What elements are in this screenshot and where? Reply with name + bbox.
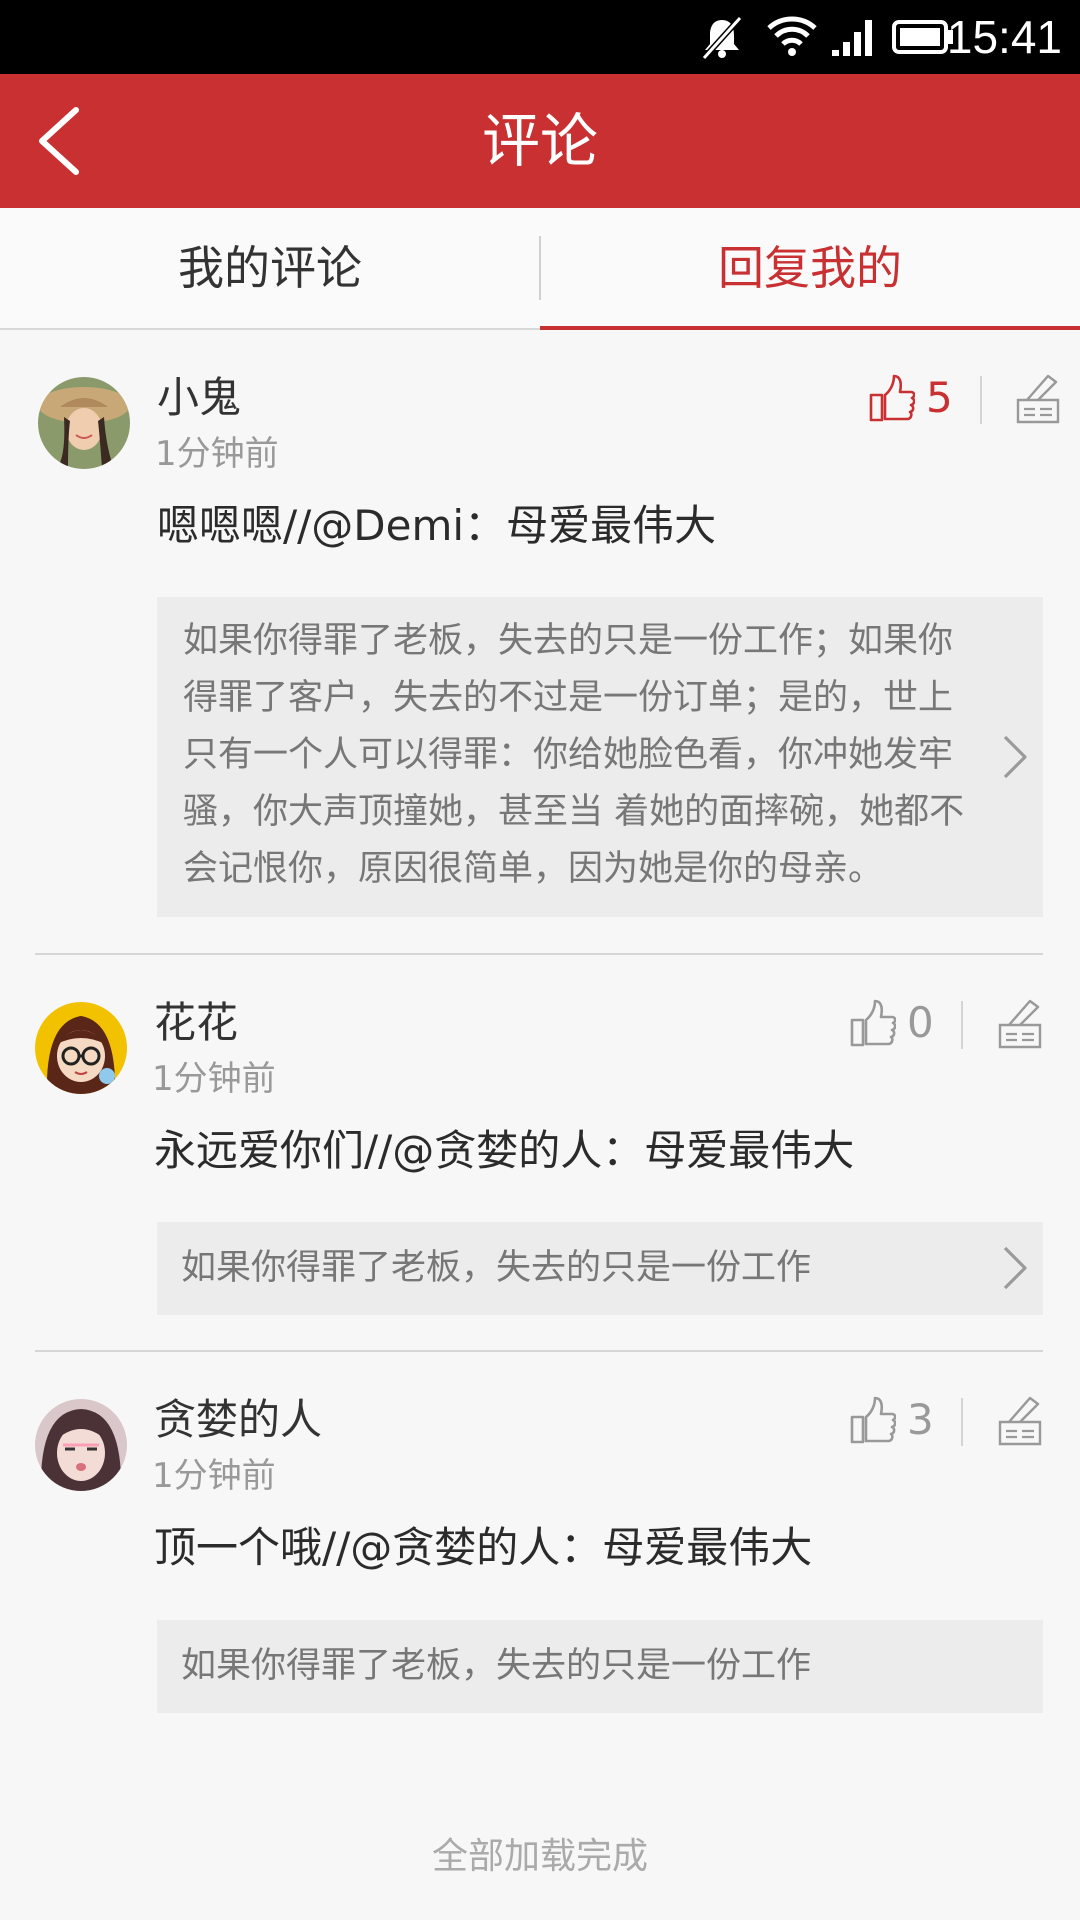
quoted-post[interactable]: 如果你得罪了老板，失去的只是一份工作；如果你 得罪了客户，失去的不过是一份订单；… [157, 597, 1043, 917]
username[interactable]: 贪婪的人 [154, 1394, 322, 1446]
action-divider [961, 1001, 963, 1049]
username[interactable]: 小鬼 [157, 372, 241, 424]
tab-bar: 我的评论 回复我的 [0, 208, 1080, 330]
status-bar: 15:41 [0, 0, 1080, 74]
chevron-right-icon [1003, 1246, 1027, 1290]
chevron-right-icon [1003, 735, 1027, 779]
like-count: 5 [926, 373, 953, 422]
quoted-text: 如果你得罪了老板，失去的只是一份工作 [181, 1646, 812, 1686]
reply-icon[interactable] [1013, 372, 1063, 424]
quoted-post[interactable]: 如果你得罪了老板，失去的只是一份工作 [157, 1620, 1043, 1713]
mute-icon [701, 15, 743, 60]
action-divider [961, 1398, 963, 1446]
clock: 15:41 [946, 11, 1062, 63]
reply-icon[interactable] [995, 997, 1045, 1049]
comment-text: 顶一个哦//@贪婪的人：母爱最伟大 [154, 1523, 813, 1572]
signal-icon [832, 20, 872, 56]
battery-icon [892, 20, 953, 54]
like-count: 0 [907, 998, 934, 1047]
list-item: 花花 1分钟前 0 永远爱你们//@贪婪的人：母爱最伟大 如果你得罪了老板，失去… [0, 955, 1080, 1353]
comment-time: 1分钟前 [152, 1059, 276, 1099]
wifi-icon [767, 16, 817, 56]
tab-my-comments[interactable]: 我的评论 [0, 208, 540, 328]
load-complete-text: 全部加载完成 [431, 1836, 648, 1877]
like-count: 3 [907, 1395, 934, 1444]
avatar[interactable] [35, 1399, 127, 1491]
avatar[interactable] [35, 1002, 127, 1094]
comment-text: 嗯嗯嗯//@Demi：母爱最伟大 [157, 501, 717, 550]
like-icon[interactable] [867, 372, 915, 424]
avatar[interactable] [38, 377, 130, 469]
comment-time: 1分钟前 [155, 434, 279, 474]
quoted-text: 如果你得罪了老板，失去的只是一份工作；如果你 得罪了客户，失去的不过是一份订单；… [183, 621, 965, 889]
like-icon[interactable] [848, 997, 896, 1049]
page-title: 评论 [481, 107, 598, 175]
list-item: 贪婪的人 1分钟前 3 顶一个哦//@贪婪的人：母爱最伟大 如果你得罪了老板，失… [0, 1352, 1080, 1722]
action-divider [980, 376, 982, 424]
app-header: 评论 [0, 74, 1080, 208]
quoted-post[interactable]: 如果你得罪了老板，失去的只是一份工作 [157, 1222, 1043, 1315]
username[interactable]: 花花 [154, 997, 238, 1049]
list-item: 小鬼 1分钟前 5 嗯嗯嗯//@Demi：母爱最伟大 如果你得罪了老板，失去的只… [0, 330, 1080, 955]
quoted-text: 如果你得罪了老板，失去的只是一份工作 [181, 1248, 812, 1288]
tab-replies-to-me[interactable]: 回复我的 [540, 208, 1080, 328]
comment-time: 1分钟前 [152, 1456, 276, 1496]
reply-icon[interactable] [995, 1394, 1045, 1446]
comment-text: 永远爱你们//@贪婪的人：母爱最伟大 [154, 1126, 855, 1175]
like-icon[interactable] [848, 1394, 896, 1446]
